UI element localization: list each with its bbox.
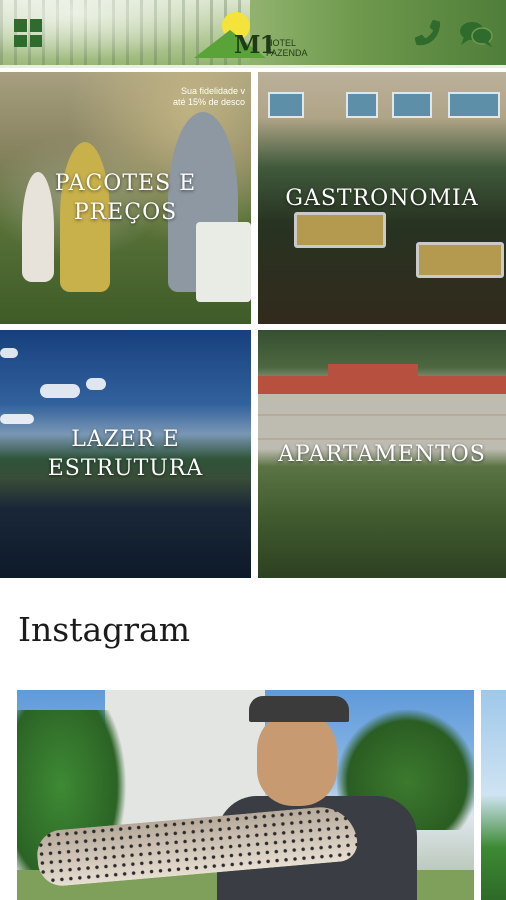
hotel-logo[interactable]: M1 HOTEL FAZENDA xyxy=(194,10,324,60)
restaurant-window xyxy=(448,92,500,118)
chat-icon[interactable] xyxy=(458,19,494,49)
tile-label-lazer: LAZER E ESTRUTURA xyxy=(47,427,204,481)
photo-person-cap xyxy=(249,696,349,722)
instagram-post-image[interactable] xyxy=(17,690,474,900)
building-roof xyxy=(258,376,506,394)
tile-label-pacotes: PACOTES E PREÇOS xyxy=(54,171,197,225)
cloud xyxy=(86,378,106,390)
app-header: M1 HOTEL FAZENDA xyxy=(0,0,506,68)
promo-text: Sua fidelidade v até 15% de desco xyxy=(173,86,245,108)
restaurant-window xyxy=(392,92,432,118)
tile-label-apartamentos: APARTAMENTOS xyxy=(278,441,486,467)
promo-line-2: até 15% de desco xyxy=(172,97,245,107)
tile-apartamentos[interactable]: APARTAMENTOS xyxy=(258,330,506,578)
photo-person xyxy=(217,696,417,900)
restaurant-window xyxy=(268,92,304,118)
logo-subtext: HOTEL FAZENDA xyxy=(266,38,308,58)
instagram-next-post-image[interactable] xyxy=(481,690,506,900)
photo-person-head xyxy=(257,710,337,806)
tile-gastronomia[interactable]: GASTRONOMIA xyxy=(258,72,506,324)
restaurant-window xyxy=(346,92,378,118)
buffet-tray xyxy=(294,212,386,248)
tile-pacotes-precos[interactable]: Sua fidelidade v até 15% de desco PACOTE… xyxy=(0,72,251,324)
building-floor-line xyxy=(258,414,506,416)
tile-label-gastronomia: GASTRONOMIA xyxy=(285,185,479,211)
grid-menu-icon[interactable] xyxy=(14,19,42,47)
cloud xyxy=(0,348,18,358)
person-child xyxy=(22,172,54,282)
tile-lazer-estrutura[interactable]: LAZER E ESTRUTURA xyxy=(0,330,251,578)
loyalty-card xyxy=(196,222,251,302)
promo-line-1: Sua fidelidade v xyxy=(180,86,245,96)
buffet-tray xyxy=(416,242,504,278)
instagram-section-title: Instagram xyxy=(18,610,191,649)
cloud xyxy=(40,384,80,398)
phone-icon[interactable] xyxy=(408,16,444,52)
cloud xyxy=(0,414,34,424)
